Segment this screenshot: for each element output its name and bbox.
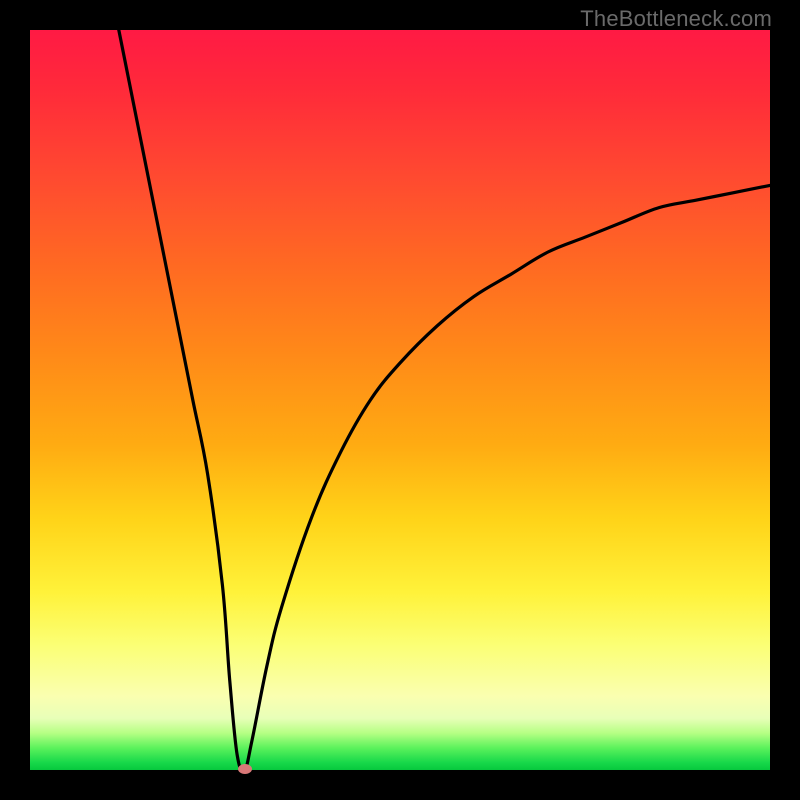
chart-frame: TheBottleneck.com (0, 0, 800, 800)
plot-area (30, 30, 770, 770)
minimum-marker (238, 764, 252, 774)
watermark-text: TheBottleneck.com (580, 6, 772, 32)
bottleneck-curve (30, 30, 770, 770)
